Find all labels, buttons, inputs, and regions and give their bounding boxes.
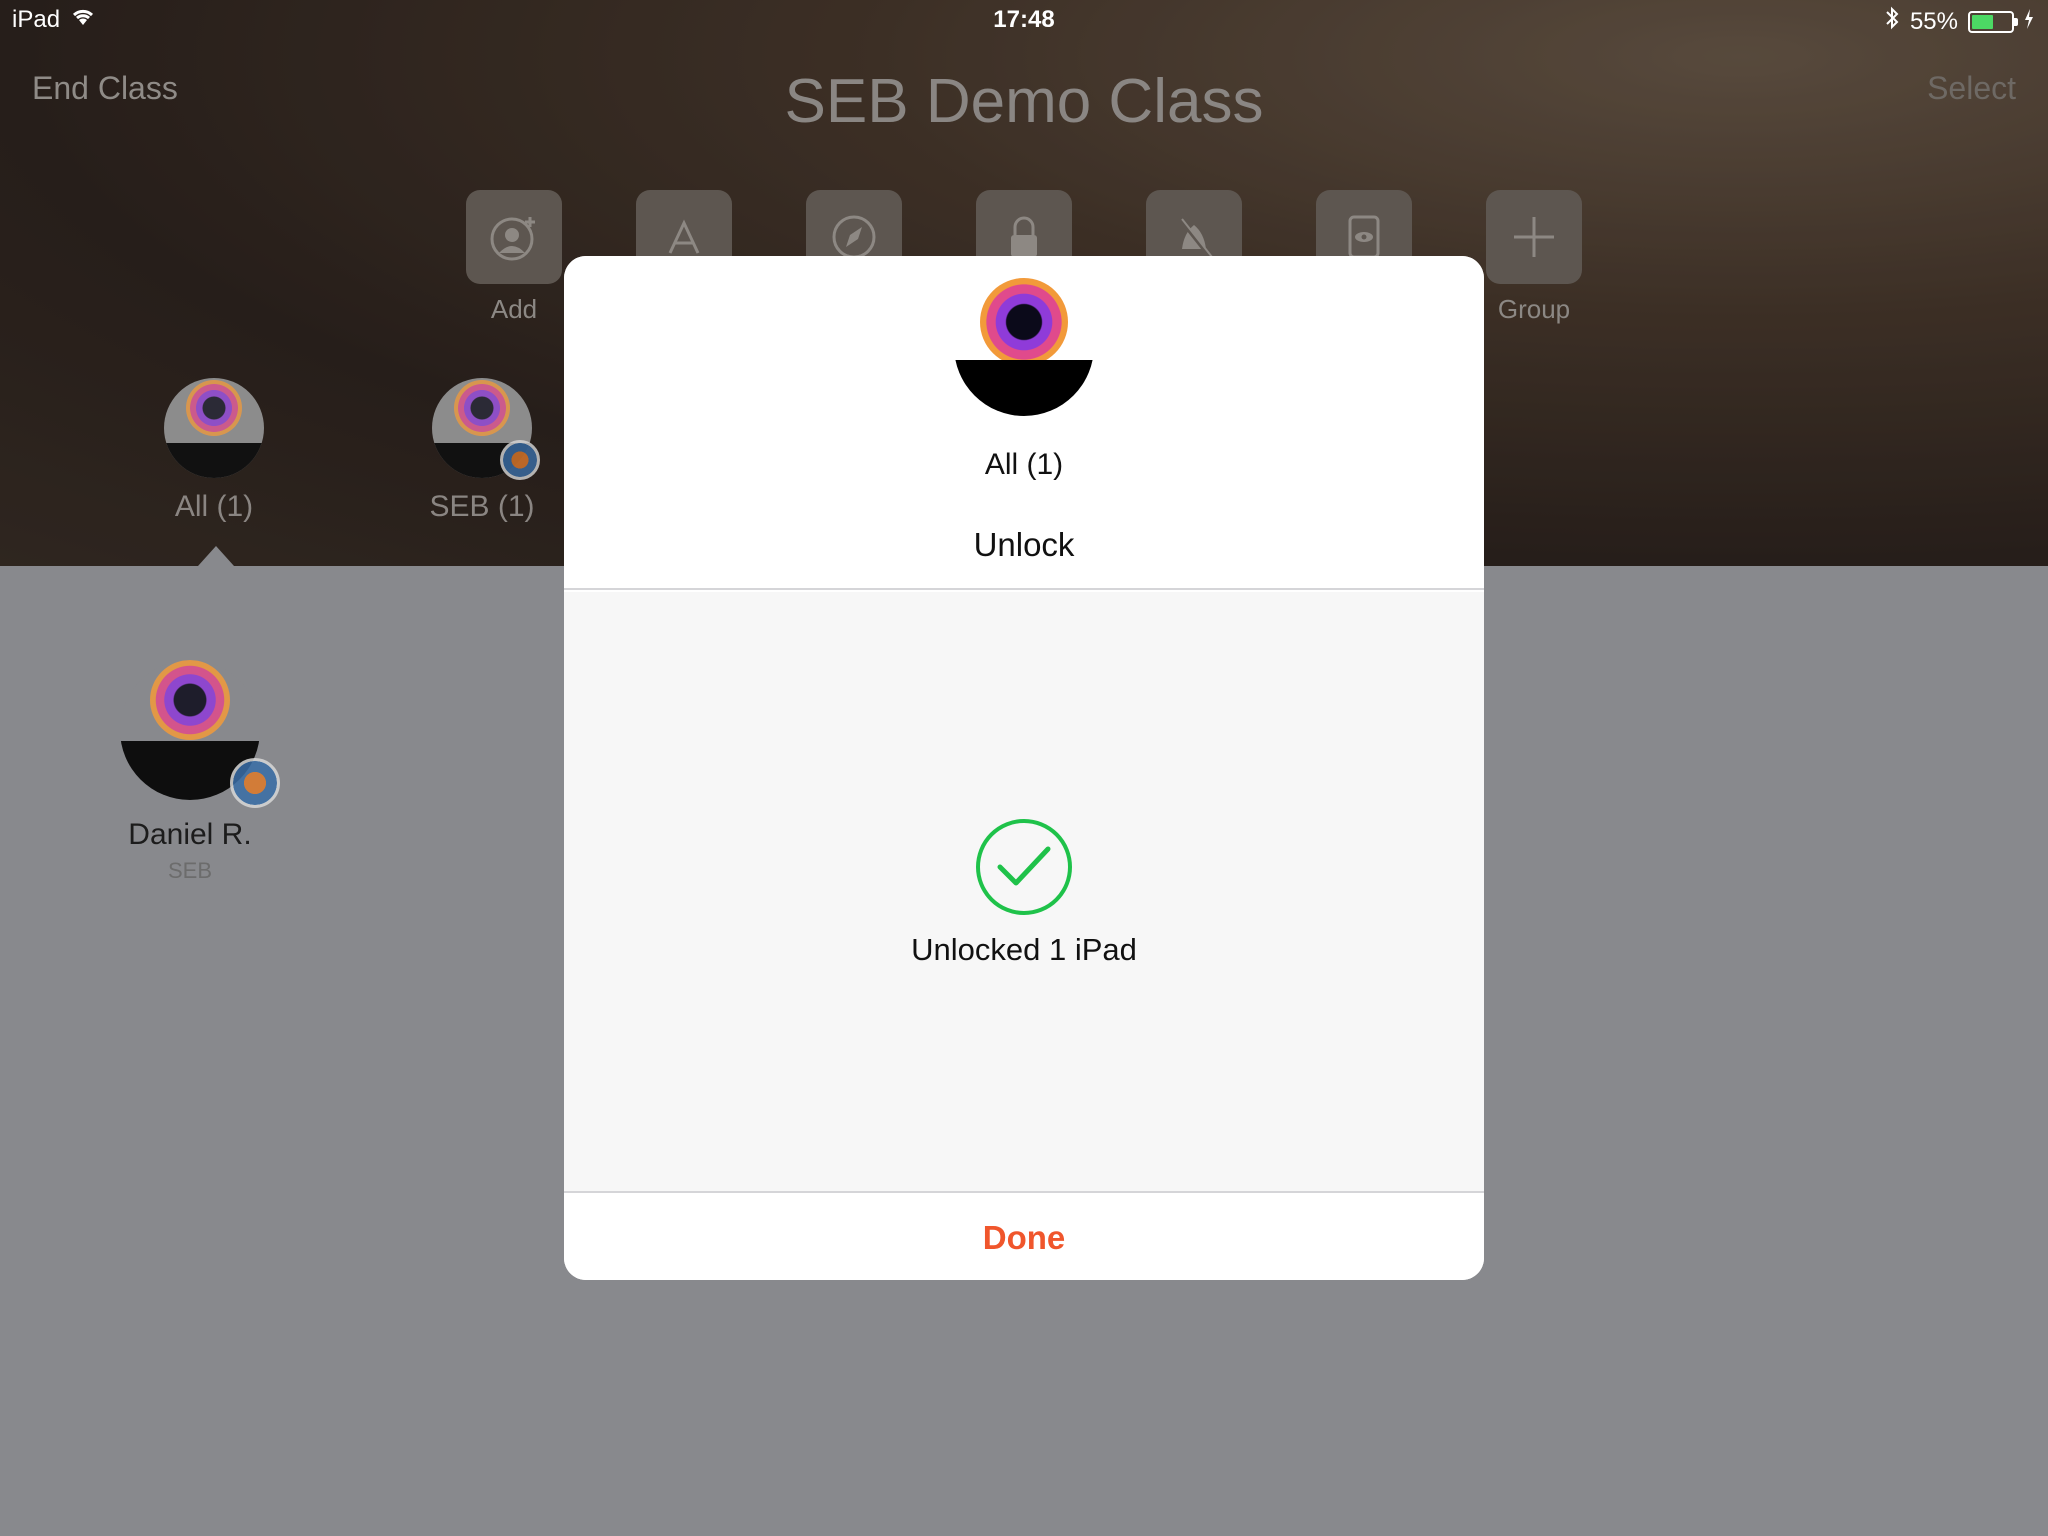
- battery-percent: 55%: [1909, 7, 1958, 35]
- seb-app-icon: [500, 440, 540, 480]
- seb-app-icon: [230, 758, 280, 808]
- app-store-icon: [668, 219, 700, 254]
- add-group-button[interactable]: [1486, 190, 1582, 284]
- status-right: 55%: [1884, 6, 2034, 37]
- done-button[interactable]: Done: [564, 1193, 1484, 1280]
- group-label: Group: [1497, 294, 1571, 324]
- group-seb-label[interactable]: SEB (1): [392, 490, 572, 524]
- wwdc-logo-icon: [980, 278, 1068, 366]
- bluetooth-icon: [1884, 6, 1900, 37]
- student-app: SEB: [167, 858, 213, 883]
- dialog-action-title: Unlock: [973, 526, 1075, 563]
- mute-icon: [1178, 217, 1213, 259]
- page-title: SEB Demo Class: [784, 67, 1264, 136]
- dialog-group-label: All (1): [984, 448, 1064, 481]
- plus-icon: [1514, 217, 1554, 257]
- screen-view-icon: [1348, 215, 1380, 259]
- avatar-shadow: [954, 360, 1094, 416]
- student-name[interactable]: Daniel R.: [80, 818, 300, 852]
- selected-group-caret: [198, 546, 234, 566]
- dialog-result-text: Unlocked 1 iPad: [911, 932, 1137, 967]
- add-student-button[interactable]: [466, 190, 562, 284]
- add-label: Add: [490, 294, 538, 324]
- lock-icon: [1011, 216, 1037, 257]
- status-bar: iPad 17:48 55%: [0, 0, 2048, 40]
- dialog-footer: Done: [564, 1191, 1484, 1280]
- add-student-icon: [490, 217, 535, 261]
- wwdc-logo-icon: [150, 660, 230, 740]
- avatar-shadow: [164, 443, 264, 478]
- wwdc-logo-icon: [454, 380, 510, 436]
- safari-icon: [832, 215, 876, 259]
- checkmark-icon: [976, 819, 1072, 915]
- select-button[interactable]: Select: [1927, 70, 2016, 107]
- group-all-label[interactable]: All (1): [124, 490, 304, 524]
- battery-icon: [1968, 10, 2018, 33]
- dialog-group-avatar: [954, 276, 1094, 416]
- group-all-avatar[interactable]: [164, 378, 264, 478]
- unlock-result-dialog: All (1) Unlock Unlocked 1 iPad Done: [564, 256, 1484, 1280]
- dialog-header: All (1) Unlock: [564, 256, 1484, 590]
- battery-fill: [1972, 14, 1993, 29]
- charging-icon: [2024, 8, 2034, 36]
- status-time: 17:48: [993, 6, 1055, 33]
- wwdc-logo-icon: [186, 380, 242, 436]
